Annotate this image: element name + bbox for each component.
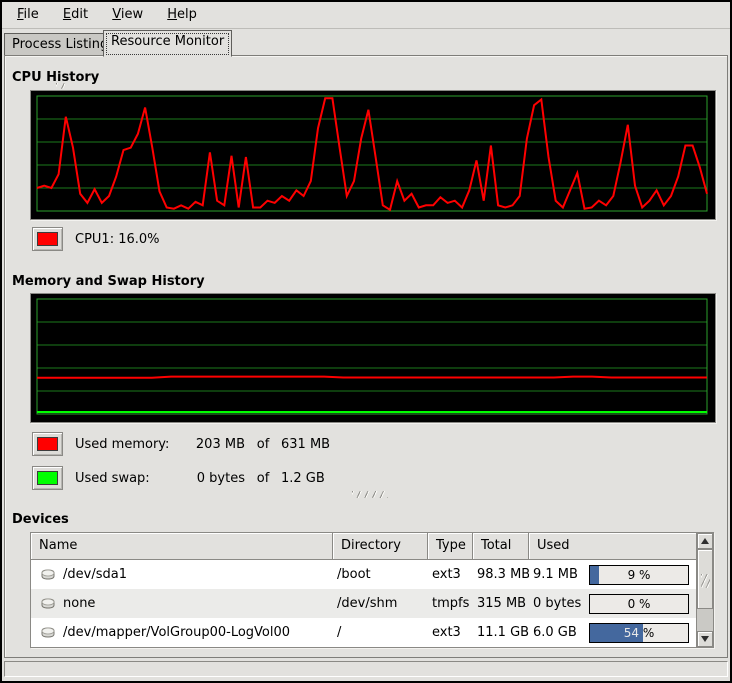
device-used: 9.1 MB	[533, 567, 587, 582]
memory-history-title: Memory and Swap History	[12, 274, 205, 289]
swap-color-swatch	[37, 471, 58, 485]
menu-edit[interactable]: Edit	[54, 5, 97, 24]
pane-resize-grip[interactable]	[352, 491, 388, 498]
swap-color-button[interactable]	[32, 466, 63, 490]
device-type: ext3	[428, 625, 473, 640]
scroll-up-button[interactable]	[697, 533, 713, 549]
device-total: 98.3 MB	[473, 567, 529, 582]
column-header-name[interactable]: Name	[31, 533, 333, 560]
column-header-total[interactable]: Total	[473, 533, 529, 560]
drive-icon	[39, 626, 57, 639]
usage-percent-label: 0 %	[590, 595, 688, 613]
column-header-directory[interactable]: Directory	[333, 533, 428, 560]
devices-table: Name Directory Type Total Used /dev/sda1…	[30, 532, 714, 648]
tab-resource-monitor[interactable]: Resource Monitor	[103, 30, 232, 57]
scrollbar-thumb[interactable]	[697, 549, 713, 609]
usage-progress-bar: 54 % 54 %	[589, 623, 689, 643]
device-directory: /	[333, 625, 428, 640]
drive-icon	[39, 597, 57, 610]
device-name: /dev/mapper/VolGroup00-LogVol00	[63, 625, 290, 640]
menu-help[interactable]: Help	[158, 5, 206, 24]
of-label: of	[245, 471, 281, 486]
scroll-down-button[interactable]	[697, 631, 713, 647]
cpu-color-swatch	[37, 232, 58, 246]
devices-header-row: Name Directory Type Total Used	[31, 533, 696, 560]
cpu-history-graph	[30, 90, 716, 220]
menu-view[interactable]: View	[103, 5, 152, 24]
menu-bar: File Edit View Help	[2, 2, 730, 29]
used-memory-label: Used memory:	[75, 437, 181, 452]
usage-progress-fill: 9 %	[590, 566, 599, 584]
device-row-none[interactable]: none /dev/shm tmpfs 315 MB 0 bytes 0 % 0…	[31, 589, 696, 618]
devices-table-body: Name Directory Type Total Used /dev/sda1…	[31, 533, 696, 647]
memory-color-button[interactable]	[32, 432, 63, 456]
devices-title: Devices	[12, 512, 69, 527]
usage-percent-label: 9 %	[590, 566, 688, 584]
device-used: 6.0 GB	[533, 625, 587, 640]
of-label: of	[245, 437, 281, 452]
tab-bar: Process Listing Resource Monitor	[2, 29, 730, 56]
device-row-sda1[interactable]: /dev/sda1 /boot ext3 98.3 MB 9.1 MB 9 % …	[31, 560, 696, 589]
usage-progress-bar: 9 % 9 %	[589, 565, 689, 585]
total-memory-value: 631 MB	[281, 437, 330, 452]
device-directory: /boot	[333, 567, 428, 582]
used-swap-label: Used swap:	[75, 471, 181, 486]
usage-progress-fill: 54 %	[590, 624, 643, 642]
up-arrow-icon	[701, 538, 709, 544]
tab-label: Resource Monitor	[111, 34, 224, 49]
used-memory-legend: Used memory: 203 MB of 631 MB	[32, 431, 330, 457]
column-header-type[interactable]: Type	[428, 533, 473, 560]
device-total: 315 MB	[473, 596, 529, 611]
usage-percent-label-inverse: 54 %	[590, 624, 643, 642]
device-type: ext3	[428, 567, 473, 582]
used-memory-value: 203 MB	[181, 437, 245, 452]
device-name: /dev/sda1	[63, 567, 127, 582]
memory-swap-graph	[30, 293, 716, 423]
used-swap-value: 0 bytes	[181, 471, 245, 486]
system-monitor-window: File Edit View Help Process Listing Reso…	[0, 0, 732, 683]
memory-swap-chart	[31, 294, 713, 420]
device-directory: /dev/shm	[333, 596, 428, 611]
cpu-color-button[interactable]	[32, 227, 63, 251]
total-swap-value: 1.2 GB	[281, 471, 325, 486]
usage-percent-label-inverse: 9 %	[590, 566, 599, 584]
tab-label: Process Listing	[12, 37, 108, 52]
device-type: tmpfs	[428, 596, 473, 611]
vertical-scrollbar[interactable]	[696, 533, 713, 647]
tab-process-listing[interactable]: Process Listing	[4, 33, 116, 56]
cpu-legend-label: CPU1: 16.0%	[75, 232, 160, 247]
memory-color-swatch	[37, 437, 58, 451]
usage-progress-bar: 0 % 0 %	[589, 594, 689, 614]
used-swap-legend: Used swap: 0 bytes of 1.2 GB	[32, 465, 325, 491]
cpu-history-chart	[31, 91, 713, 217]
device-row-volgroup[interactable]: /dev/mapper/VolGroup00-LogVol00 / ext3 1…	[31, 618, 696, 647]
pane-grip-small[interactable]	[56, 83, 65, 89]
device-name: none	[63, 596, 95, 611]
down-arrow-icon	[701, 636, 709, 642]
cpu-legend: CPU1: 16.0%	[32, 226, 160, 252]
status-bar	[4, 661, 728, 677]
menu-file[interactable]: File	[8, 5, 48, 24]
column-header-used[interactable]: Used	[529, 533, 696, 560]
device-used: 0 bytes	[533, 596, 587, 611]
drive-icon	[39, 568, 57, 581]
scrollbar-grip-icon	[701, 574, 710, 588]
device-total: 11.1 GB	[473, 625, 529, 640]
